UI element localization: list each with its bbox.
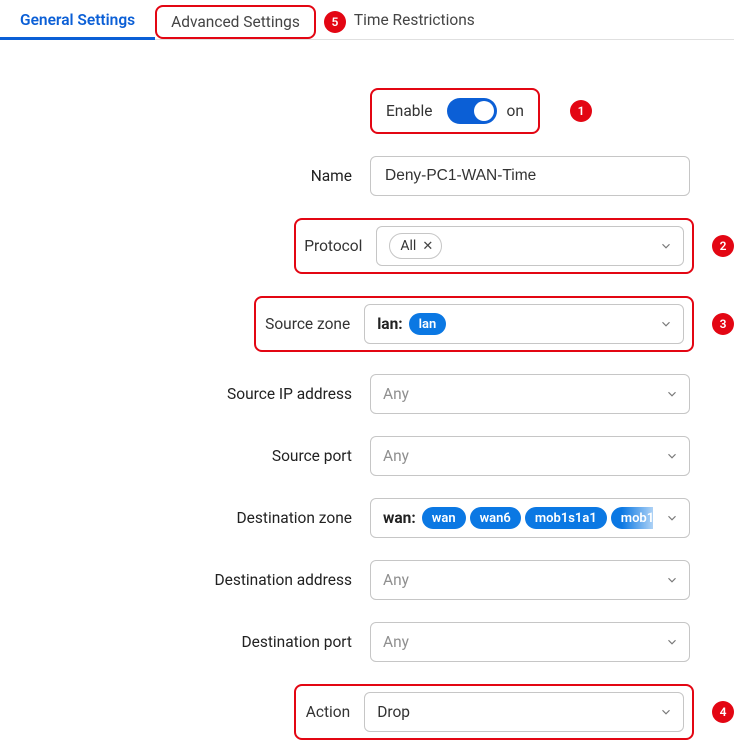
- enable-label: Enable: [386, 102, 433, 120]
- protocol-label: Protocol: [304, 237, 362, 255]
- name-input-wrap: [370, 156, 690, 196]
- chevron-down-icon: [665, 511, 679, 525]
- src-port-label: Source port: [0, 447, 356, 465]
- src-zone-pill-lan: lan: [409, 313, 447, 335]
- chevron-down-icon: [665, 449, 679, 463]
- protocol-tag-remove[interactable]: ✕: [422, 239, 433, 254]
- src-zone-label: Source zone: [265, 315, 350, 333]
- dst-zone-pill-wan6: wan6: [470, 507, 521, 529]
- chevron-down-icon: [659, 705, 673, 719]
- chevron-down-icon: [659, 317, 673, 331]
- callout-badge-5: 5: [324, 11, 346, 33]
- callout-badge-3: 3: [712, 313, 734, 335]
- src-ip-label: Source IP address: [0, 385, 356, 403]
- protocol-tag-text: All: [400, 238, 416, 254]
- dst-zone-label: Destination zone: [0, 509, 356, 527]
- tabs-bar: General Settings Advanced Settings 5 Tim…: [0, 0, 734, 40]
- protocol-select[interactable]: All ✕: [376, 226, 684, 266]
- name-label: Name: [0, 167, 356, 185]
- protocol-tag: All ✕: [389, 233, 442, 259]
- settings-form: Enable on 1 Name Protocol All ✕: [0, 88, 734, 740]
- chevron-down-icon: [665, 573, 679, 587]
- tab-time-restrictions[interactable]: Time Restrictions: [346, 1, 495, 39]
- action-select[interactable]: Drop: [364, 692, 684, 732]
- dst-addr-placeholder: Any: [383, 571, 409, 589]
- dst-addr-select[interactable]: Any: [370, 560, 690, 600]
- dst-port-label: Destination port: [0, 633, 356, 651]
- dst-port-select[interactable]: Any: [370, 622, 690, 662]
- callout-badge-4: 4: [712, 701, 734, 723]
- enable-toggle[interactable]: [447, 98, 497, 124]
- src-port-placeholder: Any: [383, 447, 409, 465]
- tab-advanced[interactable]: Advanced Settings: [155, 5, 316, 39]
- tab-general[interactable]: General Settings: [0, 1, 155, 39]
- dst-addr-label: Destination address: [0, 571, 356, 589]
- enable-state: on: [507, 102, 524, 120]
- chevron-down-icon: [665, 387, 679, 401]
- dst-zone-pill-wan: wan: [422, 507, 466, 529]
- dst-zone-prefix: wan:: [383, 509, 416, 527]
- src-ip-placeholder: Any: [383, 385, 409, 403]
- src-zone-prefix: lan:: [377, 315, 402, 333]
- chevron-down-icon: [665, 635, 679, 649]
- src-zone-select[interactable]: lan: lan: [364, 304, 684, 344]
- action-label: Action: [306, 703, 350, 721]
- action-value: Drop: [377, 703, 410, 721]
- dst-zone-pill-mob1s1a1: mob1s1a1: [525, 507, 607, 529]
- dst-port-placeholder: Any: [383, 633, 409, 651]
- dst-zone-pill-mob-fade: mob1: [611, 507, 653, 529]
- chevron-down-icon: [659, 239, 673, 253]
- name-input[interactable]: [383, 166, 677, 186]
- src-ip-select[interactable]: Any: [370, 374, 690, 414]
- dst-zone-select[interactable]: wan: wan wan6 mob1s1a1 mob1: [370, 498, 690, 538]
- src-port-select[interactable]: Any: [370, 436, 690, 476]
- callout-badge-2: 2: [712, 235, 734, 257]
- callout-badge-1: 1: [570, 100, 592, 122]
